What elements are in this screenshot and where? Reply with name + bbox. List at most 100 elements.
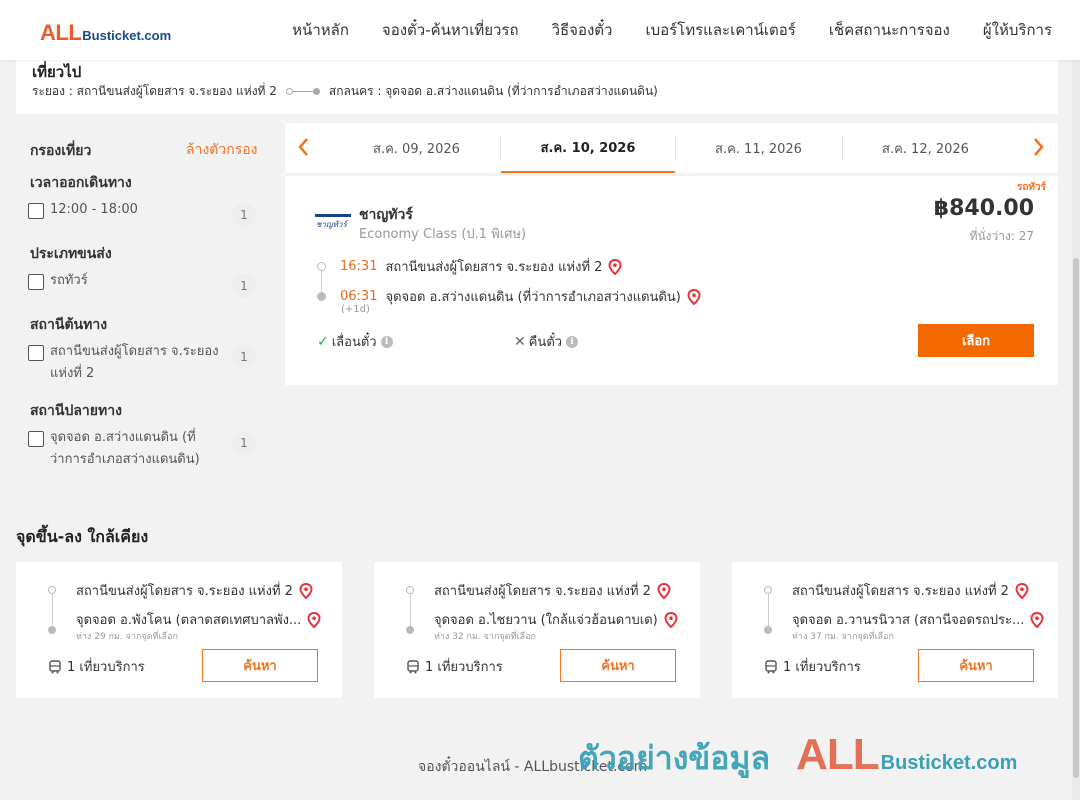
nav-how-to-book[interactable]: วิธีจองตั๋ว — [552, 18, 613, 42]
nearby-timeline — [48, 586, 57, 634]
route-to: สกลนคร : จุดจอด อ.สว่างแดนดิน (ที่ว่าการ… — [328, 84, 658, 98]
seat-class: Economy Class (ป.1 พิเศษ) — [359, 227, 527, 242]
filter-count-badge: 1 — [232, 345, 256, 369]
transport-type-tag: รถทัวร์ — [1016, 182, 1046, 193]
nav-phone-counters[interactable]: เบอร์โทรและเคาน์เตอร์ — [645, 18, 795, 42]
filter-count-badge: 1 — [232, 274, 256, 298]
nearby-from: สถานีขนส่งผู้โดยสาร จ.ระยอง แห่งที่ 2 — [76, 580, 313, 601]
watermark-all: ALL — [796, 730, 880, 779]
next-day-indicator: (+1d) — [341, 304, 370, 315]
nav-operators[interactable]: ผู้ให้บริการ — [983, 18, 1052, 42]
operator-logo-icon: ชาญทัวร์ — [315, 214, 351, 229]
nearby-services: 1 เที่ยวบริการ — [764, 656, 861, 677]
date-tab[interactable]: ส.ค. 12, 2026 — [842, 123, 1009, 173]
logo-domain-text: Busticket.com — [82, 28, 172, 43]
nearby-card: สถานีขนส่งผู้โดยสาร จ.ระยอง แห่งที่ 2 จุ… — [732, 562, 1058, 698]
nearby-timeline — [406, 586, 415, 634]
trip-timeline — [317, 262, 327, 301]
nearby-distance: ห่าง 32 กม. จากจุดที่เลือก — [434, 632, 536, 642]
map-pin-icon[interactable] — [1030, 611, 1044, 628]
map-pin-icon[interactable] — [687, 288, 701, 305]
main-nav: หน้าหลัก จองตั๋ว-ค้นหาเที่ยวรถ วิธีจองตั… — [259, 0, 1052, 60]
date-tabs: ส.ค. 09, 2026 ส.ค. 10, 2026 ส.ค. 11, 202… — [285, 123, 1058, 173]
nearby-card: สถานีขนส่งผู้โดยสาร จ.ระยอง แห่งที่ 2 จุ… — [16, 562, 342, 698]
nearby-services: 1 เที่ยวบริการ — [48, 656, 145, 677]
clear-filters-link[interactable]: ล้างตัวกรอง — [186, 139, 257, 161]
cross-icon: ✕ — [514, 333, 526, 350]
logo-all-text: ALL — [40, 20, 82, 45]
nearby-title: จุดขึ้น-ลง ใกล้เคียง — [16, 527, 149, 546]
watermark-thai: ตัวอย่างข้อมูล — [578, 739, 771, 777]
nav-check-booking[interactable]: เช็คสถานะการจอง — [829, 18, 950, 42]
info-icon[interactable]: i — [380, 335, 393, 348]
bus-icon — [407, 659, 419, 673]
site-logo[interactable]: ALL Busticket.com — [40, 20, 171, 46]
nearby-timeline — [764, 586, 773, 634]
nearby-search-button[interactable]: ค้นหา — [918, 649, 1034, 682]
nearby-from: สถานีขนส่งผู้โดยสาร จ.ระยอง แห่งที่ 2 — [434, 580, 671, 601]
chevron-left-icon[interactable] — [293, 136, 313, 158]
map-pin-icon[interactable] — [664, 611, 678, 628]
svg-text:ชาญทัวร์: ชาญทัวร์ — [316, 219, 349, 229]
filter-count-badge: 1 — [232, 431, 256, 455]
checkbox[interactable] — [28, 203, 44, 219]
nearby-to: จุดจอด อ.ไชยวาน (ใกล้แจ่วฮ้อนดาบเด) — [434, 609, 678, 630]
refund-policy: ✕ คืนตั๋ว i — [514, 331, 579, 352]
nearby-search-button[interactable]: ค้นหา — [560, 649, 676, 682]
scrollbar-thumb[interactable] — [1073, 258, 1079, 778]
route-line: ระยอง : สถานีขนส่งผู้โดยสาร จ.ระยอง แห่ง… — [32, 82, 658, 101]
reschedule-policy: ✓ เลื่อนตั๋ว i — [317, 331, 393, 352]
refund-label: คืนตั๋ว — [528, 335, 563, 350]
info-icon[interactable]: i — [566, 335, 579, 348]
filter-option-time[interactable]: 12:00 - 18:00 1 — [28, 202, 256, 227]
nearby-search-button[interactable]: ค้นหา — [202, 649, 318, 682]
arrive-time: 06:31 — [340, 289, 378, 304]
map-pin-icon[interactable] — [657, 582, 671, 599]
nearby-distance: ห่าง 37 กม. จากจุดที่เลือก — [792, 632, 894, 642]
filter-option-origin[interactable]: สถานีขนส่งผู้โดยสาร จ.ระยอง แห่งที่ 2 1 — [28, 344, 256, 385]
route-summary: เที่ยวไป ระยอง : สถานีขนส่งผู้โดยสาร จ.ร… — [16, 58, 1058, 114]
trip-card: รถทัวร์ ชาญทัวร์ ชาญทัวร์ Economy Class … — [285, 176, 1058, 385]
filter-option-type[interactable]: รถทัวร์ 1 — [28, 273, 256, 298]
map-pin-icon[interactable] — [1015, 582, 1029, 599]
seats-available: ที่นั่งว่าง: 27 — [969, 229, 1034, 243]
watermark-domain: Busticket.com — [880, 752, 1018, 774]
reschedule-label: เลื่อนตั๋ว — [331, 335, 377, 350]
date-tab[interactable]: ส.ค. 11, 2026 — [675, 123, 842, 173]
map-pin-icon[interactable] — [299, 582, 313, 599]
map-pin-icon[interactable] — [608, 258, 622, 275]
filter-option-label: จุดจอด อ.สว่างแดนดิน (ที่ว่าการอำเภอสว่า… — [50, 430, 200, 467]
nav-book-search[interactable]: จองตั๋ว-ค้นหาเที่ยวรถ — [382, 18, 519, 42]
route-title: เที่ยวไป — [32, 63, 82, 81]
depart-station: สถานีขนส่งผู้โดยสาร จ.ระยอง แห่งที่ 2 — [385, 260, 603, 275]
filter-section-title: เวลาออกเดินทาง — [30, 175, 132, 191]
bus-icon — [765, 659, 777, 673]
checkbox[interactable] — [28, 274, 44, 290]
watermark: ตัวอย่างข้อมูล ALL Busticket.com — [578, 730, 1017, 784]
nearby-to: จุดจอด อ.วานรนิวาส (สถานีจอดรถประ... — [792, 609, 1044, 630]
trip-price: ฿840.00 — [933, 196, 1034, 221]
select-trip-button[interactable]: เลือก — [918, 324, 1034, 357]
checkbox[interactable] — [28, 345, 44, 361]
nearby-distance: ห่าง 29 กม. จากจุดที่เลือก — [76, 632, 178, 642]
top-header: ALL Busticket.com หน้าหลัก จองตั๋ว-ค้นหา… — [0, 0, 1080, 60]
arrive-station: จุดจอด อ.สว่างแดนดิน (ที่ว่าการอำเภอสว่า… — [385, 290, 681, 305]
filter-option-destination[interactable]: จุดจอด อ.สว่างแดนดิน (ที่ว่าการอำเภอสว่า… — [28, 430, 256, 471]
depart-stop: 16:31 สถานีขนส่งผู้โดยสาร จ.ระยอง แห่งที… — [340, 256, 622, 277]
filter-section-title: สถานีปลายทาง — [30, 403, 122, 419]
date-tab-active[interactable]: ส.ค. 10, 2026 — [501, 123, 675, 173]
nearby-card: สถานีขนส่งผู้โดยสาร จ.ระยอง แห่งที่ 2 จุ… — [374, 562, 700, 698]
nearby-from: สถานีขนส่งผู้โดยสาร จ.ระยอง แห่งที่ 2 — [792, 580, 1029, 601]
map-pin-icon[interactable] — [307, 611, 321, 628]
checkbox[interactable] — [28, 431, 44, 447]
filter-section-title: สถานีต้นทาง — [30, 317, 108, 333]
filter-option-label: 12:00 - 18:00 — [50, 202, 138, 217]
filter-count-badge: 1 — [232, 203, 256, 227]
route-from: ระยอง : สถานีขนส่งผู้โดยสาร จ.ระยอง แห่ง… — [32, 84, 277, 98]
nearby-to: จุดจอด อ.พังโคน (ตลาดสดเทศบาลพัง... — [76, 609, 321, 630]
depart-time: 16:31 — [340, 259, 378, 274]
filter-option-label: สถานีขนส่งผู้โดยสาร จ.ระยอง แห่งที่ 2 — [50, 344, 219, 381]
nav-home[interactable]: หน้าหลัก — [292, 18, 349, 42]
date-tab[interactable]: ส.ค. 09, 2026 — [333, 123, 500, 173]
chevron-right-icon[interactable] — [1029, 136, 1049, 158]
